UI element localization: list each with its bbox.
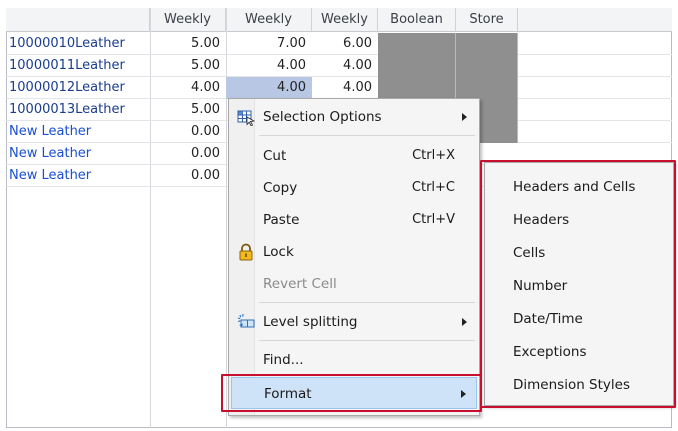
submenu-item-label: Headers and Cells bbox=[513, 179, 636, 195]
menu-item-format[interactable]: Format bbox=[231, 377, 477, 409]
menu-item-shortcut: Ctrl+X bbox=[412, 148, 455, 163]
selection-grid-icon bbox=[237, 110, 255, 126]
cell-store[interactable] bbox=[456, 77, 518, 99]
menu-item-label: Format bbox=[264, 386, 312, 402]
menu-item-shortcut: Ctrl+V bbox=[412, 212, 455, 227]
menu-item-copy[interactable]: Copy Ctrl+C bbox=[231, 172, 477, 204]
cell-weekly-1[interactable]: 5.00 bbox=[150, 99, 226, 121]
menu-item-label: Paste bbox=[263, 212, 300, 228]
submenu-item-label: Cells bbox=[513, 245, 546, 261]
menu-separator bbox=[259, 340, 475, 341]
header-boolean[interactable]: Boolean bbox=[378, 8, 456, 32]
menu-item-cut[interactable]: Cut Ctrl+X bbox=[231, 140, 477, 172]
cell-weekly-1[interactable]: 5.00 bbox=[150, 55, 226, 77]
cell-weekly-2[interactable]: 7.00 bbox=[226, 33, 312, 55]
row-name[interactable]: New Leather bbox=[6, 165, 150, 187]
menu-separator bbox=[259, 302, 475, 303]
submenu-arrow-icon bbox=[462, 113, 467, 121]
menu-item-level-splitting[interactable]: Level splitting bbox=[231, 306, 477, 338]
menu-item-revert-cell[interactable]: Revert Cell bbox=[231, 268, 477, 300]
submenu-item-label: Exceptions bbox=[513, 344, 587, 360]
menu-separator bbox=[259, 135, 475, 136]
padlock-icon bbox=[239, 243, 253, 261]
submenu-item-cells[interactable]: Cells bbox=[485, 237, 671, 269]
submenu-item-label: Date/Time bbox=[513, 311, 583, 327]
row-name[interactable]: New Leather bbox=[6, 143, 150, 165]
submenu-item-headers[interactable]: Headers bbox=[485, 204, 671, 236]
cell-store[interactable] bbox=[456, 33, 518, 55]
cell-weekly-3[interactable]: 4.00 bbox=[312, 77, 378, 99]
cell-boolean[interactable] bbox=[378, 33, 456, 55]
table-row: 10000010Leather 5.00 7.00 6.00 bbox=[6, 33, 672, 55]
table-row: 10000011Leather 5.00 4.00 4.00 bbox=[6, 55, 672, 77]
cell-weekly-1[interactable]: 5.00 bbox=[150, 33, 226, 55]
submenu-item-dimension-styles[interactable]: Dimension Styles bbox=[485, 369, 671, 401]
submenu-item-exceptions[interactable]: Exceptions bbox=[485, 336, 671, 368]
header-weekly-2[interactable]: Weekly bbox=[226, 8, 312, 32]
cell-weekly-1[interactable]: 4.00 bbox=[150, 77, 226, 99]
cell-boolean[interactable] bbox=[378, 55, 456, 77]
cell-weekly-3[interactable]: 6.00 bbox=[312, 33, 378, 55]
row-name[interactable]: New Leather bbox=[6, 121, 150, 143]
menu-item-selection-options[interactable]: Selection Options bbox=[231, 101, 477, 133]
cell-weekly-1[interactable]: 0.00 bbox=[150, 121, 226, 143]
menu-item-lock[interactable]: Lock bbox=[231, 236, 477, 268]
submenu-item-label: Number bbox=[513, 278, 568, 294]
cell-boolean[interactable] bbox=[378, 77, 456, 99]
context-menu: Selection Options Cut Ctrl+X Copy Ctrl+C… bbox=[228, 98, 480, 416]
header-row: Weekly Weekly Weekly Boolean Store bbox=[6, 8, 672, 32]
menu-item-shortcut: Ctrl+C bbox=[411, 180, 455, 195]
submenu-arrow-icon bbox=[462, 318, 467, 326]
cell-weekly-3[interactable]: 4.00 bbox=[312, 55, 378, 77]
menu-item-label: Find... bbox=[263, 352, 304, 368]
format-submenu: Headers and Cells Headers Cells Number D… bbox=[484, 162, 674, 406]
header-corner bbox=[6, 8, 150, 32]
row-name[interactable]: 10000011Leather bbox=[6, 55, 150, 77]
row-name[interactable]: 10000012Leather bbox=[6, 77, 150, 99]
menu-item-find[interactable]: Find... bbox=[231, 344, 477, 376]
row-name[interactable]: 10000010Leather bbox=[6, 33, 150, 55]
menu-item-label: Level splitting bbox=[263, 314, 358, 330]
submenu-item-label: Headers bbox=[513, 212, 570, 228]
header-weekly-3[interactable]: Weekly bbox=[312, 8, 378, 32]
menu-item-label: Copy bbox=[263, 180, 298, 196]
menu-item-label: Lock bbox=[263, 244, 294, 260]
split-icon bbox=[237, 313, 255, 328]
menu-item-paste[interactable]: Paste Ctrl+V bbox=[231, 204, 477, 236]
submenu-item-label: Dimension Styles bbox=[513, 377, 630, 393]
cell-weekly-1[interactable]: 0.00 bbox=[150, 143, 226, 165]
header-store[interactable]: Store bbox=[456, 8, 518, 32]
menu-item-label: Selection Options bbox=[263, 109, 382, 125]
menu-item-label: Cut bbox=[263, 148, 287, 164]
cell-weekly-2[interactable]: 4.00 bbox=[226, 55, 312, 77]
row-name[interactable]: 10000013Leather bbox=[6, 99, 150, 121]
table-row: 10000012Leather 4.00 4.00 4.00 bbox=[6, 77, 672, 99]
cell-store[interactable] bbox=[456, 55, 518, 77]
submenu-item-headers-and-cells[interactable]: Headers and Cells bbox=[485, 171, 671, 203]
submenu-arrow-icon bbox=[461, 390, 466, 398]
cell-weekly-2-selected[interactable]: 4.00 bbox=[226, 77, 312, 99]
submenu-item-date-time[interactable]: Date/Time bbox=[485, 303, 671, 335]
menu-item-label: Revert Cell bbox=[263, 276, 337, 292]
submenu-item-number[interactable]: Number bbox=[485, 270, 671, 302]
cell-weekly-1[interactable]: 0.00 bbox=[150, 165, 226, 187]
header-weekly-1[interactable]: Weekly bbox=[150, 8, 226, 32]
